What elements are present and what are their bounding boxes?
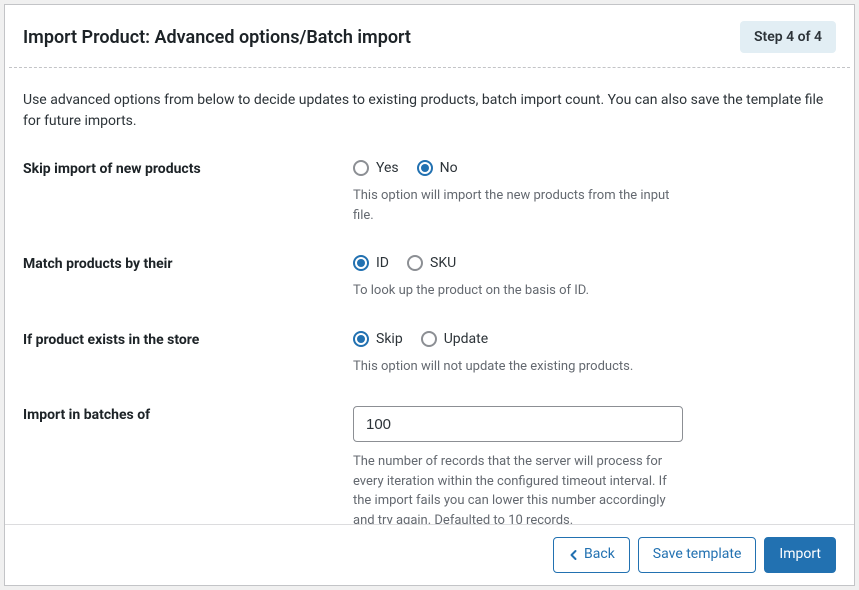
if-exists-radiogroup: Skip Update: [353, 331, 683, 347]
radio-circle-icon: [421, 331, 437, 347]
import-button-label: Import: [779, 545, 821, 565]
panel-header: Import Product: Advanced options/Batch i…: [5, 5, 854, 67]
save-template-label: Save template: [653, 545, 742, 565]
skip-new-controls: Yes No This option will import the new p…: [353, 160, 683, 225]
skip-new-yes-radio[interactable]: Yes: [353, 160, 399, 176]
match-by-label: Match products by their: [23, 255, 353, 301]
radio-label: No: [440, 160, 458, 176]
match-by-id-radio[interactable]: ID: [353, 255, 389, 271]
skip-new-no-radio[interactable]: No: [417, 160, 458, 176]
panel-footer: Back Save template Import: [5, 524, 854, 585]
chevron-left-icon: [568, 549, 580, 561]
save-template-button[interactable]: Save template: [638, 537, 757, 573]
radio-circle-icon: [353, 331, 369, 347]
radio-label: SKU: [430, 255, 456, 271]
radio-circle-icon: [353, 255, 369, 271]
radio-circle-icon: [353, 160, 369, 176]
page-title: Import Product: Advanced options/Batch i…: [23, 27, 411, 48]
if-exists-skip-radio[interactable]: Skip: [353, 331, 403, 347]
if-exists-help: This option will not update the existing…: [353, 357, 683, 377]
if-exists-label: If product exists in the store: [23, 331, 353, 377]
panel-content: Use advanced options from below to decid…: [5, 68, 854, 524]
field-batch: Import in batches of The number of recor…: [23, 406, 836, 524]
field-if-exists: If product exists in the store Skip Upda…: [23, 331, 836, 377]
intro-text: Use advanced options from below to decid…: [23, 90, 836, 132]
skip-new-label: Skip import of new products: [23, 160, 353, 225]
radio-circle-icon: [417, 160, 433, 176]
field-match-by: Match products by their ID SKU To look u…: [23, 255, 836, 301]
batch-help: The number of records that the server wi…: [353, 452, 683, 524]
skip-new-radiogroup: Yes No: [353, 160, 683, 176]
import-button[interactable]: Import: [764, 537, 836, 573]
match-by-help: To look up the product on the basis of I…: [353, 281, 683, 301]
radio-label: Skip: [376, 331, 403, 347]
back-button-label: Back: [584, 545, 615, 565]
match-by-controls: ID SKU To look up the product on the bas…: [353, 255, 683, 301]
radio-label: Update: [444, 331, 488, 347]
if-exists-update-radio[interactable]: Update: [421, 331, 488, 347]
if-exists-controls: Skip Update This option will not update …: [353, 331, 683, 377]
skip-new-help: This option will import the new products…: [353, 186, 683, 225]
radio-label: Yes: [376, 160, 399, 176]
match-by-sku-radio[interactable]: SKU: [407, 255, 456, 271]
back-button[interactable]: Back: [553, 537, 630, 573]
batch-controls: The number of records that the server wi…: [353, 406, 683, 524]
radio-circle-icon: [407, 255, 423, 271]
import-product-panel: Import Product: Advanced options/Batch i…: [4, 4, 855, 586]
batch-input[interactable]: [353, 406, 683, 442]
step-badge: Step 4 of 4: [740, 21, 836, 53]
field-skip-new: Skip import of new products Yes No This …: [23, 160, 836, 225]
match-by-radiogroup: ID SKU: [353, 255, 683, 271]
radio-label: ID: [376, 255, 389, 271]
batch-label: Import in batches of: [23, 406, 353, 524]
